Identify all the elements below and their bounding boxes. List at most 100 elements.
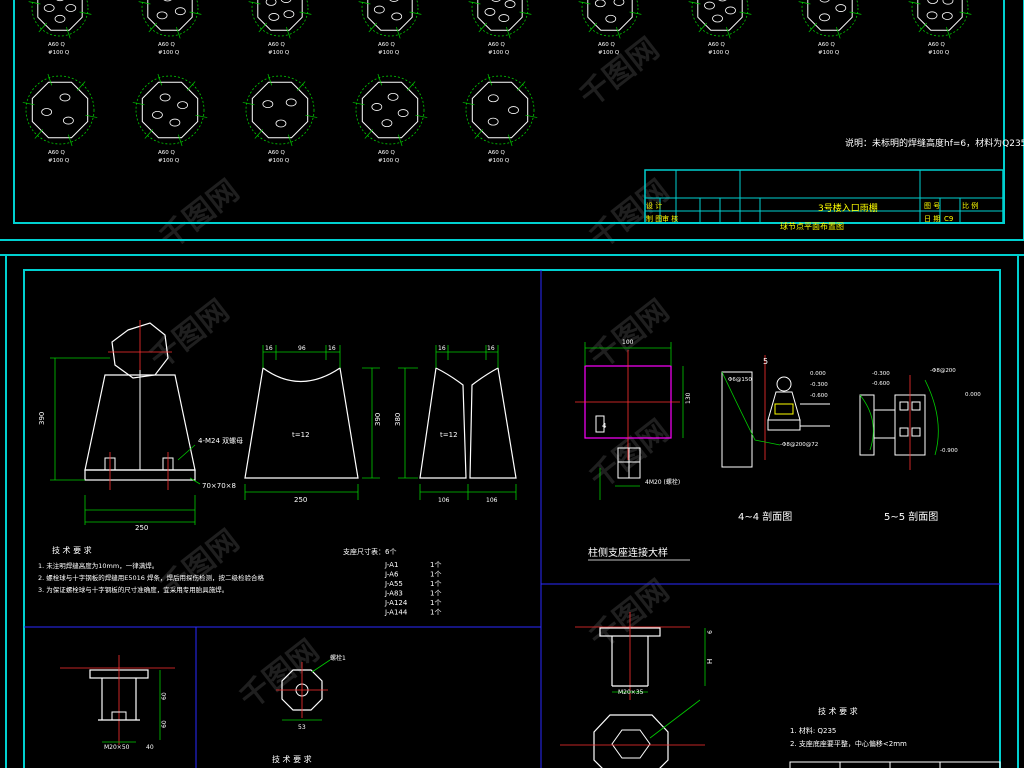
plate-2-bottom-dim: 106 (438, 497, 450, 504)
right-support-dim: 6 (707, 630, 714, 634)
plate-1-thickness: t=12 (292, 431, 310, 439)
node-label-top: A60 Q (818, 42, 836, 48)
support-code: J-A144 (384, 609, 408, 617)
title-drawing-name: 球节点平面布置图 (780, 221, 844, 231)
node-label-bottom: #100 Q (268, 50, 290, 56)
node-label-bottom: #100 Q (48, 50, 70, 56)
support-code: J-A83 (384, 590, 403, 598)
node-label-top: A60 Q (928, 42, 946, 48)
dim-width: 250 (135, 524, 148, 532)
plate-2-top-dim: 16 (438, 345, 446, 352)
node-label-top: A60 Q (378, 42, 396, 48)
node-label-top: A60 Q (268, 42, 286, 48)
node-label-top: A60 Q (158, 42, 176, 48)
node-label-top: A60 Q (598, 42, 616, 48)
title-label-no: 图 号 (924, 202, 940, 210)
node-label-bottom: #100 Q (598, 50, 620, 56)
tech-title-2: 技 术 要 求 (272, 754, 312, 764)
plate-1-top-dim: 96 (298, 345, 306, 352)
support-code: J-A6 (384, 571, 399, 579)
small-support-dim: 40 (146, 744, 154, 751)
column-weld-label: 4M20 (螺栓) (645, 478, 680, 486)
plate-2-height: 380 (394, 413, 402, 426)
node-label-bottom: #100 Q (378, 50, 400, 56)
title-label-design: 设 计 (646, 201, 662, 210)
top-sheet-note: 说明：未标明的焊缝高度hf=6，材料为Q235。材料Φ20 (845, 137, 1024, 149)
node-label-top: A60 Q (488, 150, 506, 156)
section-44-label: -Φ8@200@72 (780, 442, 818, 448)
node-label-bottom: #100 Q (928, 50, 950, 56)
node-label-top: A60 Q (488, 42, 506, 48)
tech-item: 1. 材料: Q235 (790, 726, 836, 735)
section-marker: 5 (763, 357, 768, 366)
node-label-bottom: #100 Q (708, 50, 730, 56)
plate-2-bottom-dim: 106 (486, 497, 498, 504)
section-44-label: -0.600 (810, 393, 828, 399)
nut-label: 螺栓1 (330, 654, 346, 662)
node-label-bottom: #100 Q (488, 158, 510, 164)
node-label-bottom: #100 Q (268, 158, 290, 164)
section-44-title: 4~4 剖面图 (738, 510, 792, 523)
title-project: 3号楼入口雨棚 (818, 202, 878, 214)
support-code: J-A1 (384, 561, 398, 569)
node-label-bottom: #100 Q (818, 50, 840, 56)
title-label-check: 审 核 (662, 214, 678, 223)
node-label-top: A60 Q (708, 42, 726, 48)
section-44-label: 0.000 (810, 371, 826, 377)
tech-item: 2. 支座底座要平整，中心偏移<2mm (790, 739, 907, 748)
support-qty: 1个 (430, 580, 441, 588)
support-qty: 1个 (430, 599, 441, 607)
node-label-bottom: #100 Q (158, 50, 180, 56)
cad-drawing-canvas[interactable]: 千图网 千图网 千图网 千图网 千图网 千图网 千图网 千图网 千图网 A60 … (0, 0, 1024, 768)
section-55-label: -Φ8@200 (930, 368, 956, 374)
node-label-top: A60 Q (268, 150, 286, 156)
node-label-top: A60 Q (48, 150, 66, 156)
bolt-callout: 4-M24 双螺母 (198, 436, 243, 445)
node-label-top: A60 Q (48, 42, 66, 48)
right-support-dim: H (706, 659, 714, 664)
node-label-bottom: #100 Q (378, 158, 400, 164)
support-qty: 1个 (430, 561, 441, 569)
support-code: J-A55 (384, 580, 403, 588)
plate-1-width: 250 (294, 496, 307, 504)
title-sheet-number: C9 (944, 215, 953, 223)
support-qty: 1个 (430, 571, 441, 579)
section-55-label: -0.300 (872, 371, 890, 377)
plate-2-thickness: t=12 (440, 431, 458, 439)
section-55-label: -0.600 (872, 381, 890, 387)
plate-2-top-dim: 16 (487, 345, 495, 352)
support-qty: 1个 (430, 590, 441, 598)
node-label-bottom: #100 Q (158, 158, 180, 164)
section-55-title: 5~5 剖面图 (884, 510, 938, 523)
title-label-date: 日 期 (924, 215, 940, 223)
support-code: J-A124 (384, 599, 408, 607)
tech-item: 2. 螺栓球与十字钢板的焊缝用E5016 焊条，焊后用探伤检测，按二级检验合格 (38, 573, 264, 582)
column-detail-title: 柱侧支座连接大样 (588, 546, 668, 559)
right-support-bolt: M20×35 (618, 689, 644, 696)
nut-dim: 53 (298, 724, 306, 731)
small-support-dim: 60 (161, 692, 168, 700)
section-55-label: 0.000 (965, 392, 981, 398)
section-55-label: -0.900 (940, 448, 958, 454)
tech-item: 3. 为保证螺栓球与十字钢板的尺寸准确度，宜采用专用胎具施焊。 (38, 585, 228, 594)
small-support-bolt: M20×50 (104, 744, 130, 751)
plate-1-height: 390 (374, 413, 382, 426)
plate-1-top-dim: 16 (328, 345, 336, 352)
tech-title-3: 技 术 要 求 (818, 706, 858, 716)
weld-callout: 70×70×8 (202, 482, 236, 490)
canvas-background (0, 0, 1024, 768)
column-section-label: 4 (602, 422, 607, 430)
node-label-bottom: #100 Q (488, 50, 510, 56)
title-label-scale: 比 例 (962, 201, 978, 210)
dim-height: 390 (38, 412, 46, 425)
small-support-dim: 60 (161, 720, 168, 728)
section-44-label: -0.300 (810, 382, 828, 388)
tech-title: 技 术 要 求 (52, 545, 92, 555)
title-label-draw: 制 图 (646, 214, 662, 223)
tech-item: 1. 未注明焊缝高度为10mm，一律满焊。 (38, 561, 158, 570)
support-qty: 1个 (430, 609, 441, 617)
node-label-top: A60 Q (158, 150, 176, 156)
node-label-bottom: #100 Q (48, 158, 70, 164)
section-44-label: Φ6@150 (728, 377, 752, 383)
column-top-dim: 100 (622, 339, 634, 346)
